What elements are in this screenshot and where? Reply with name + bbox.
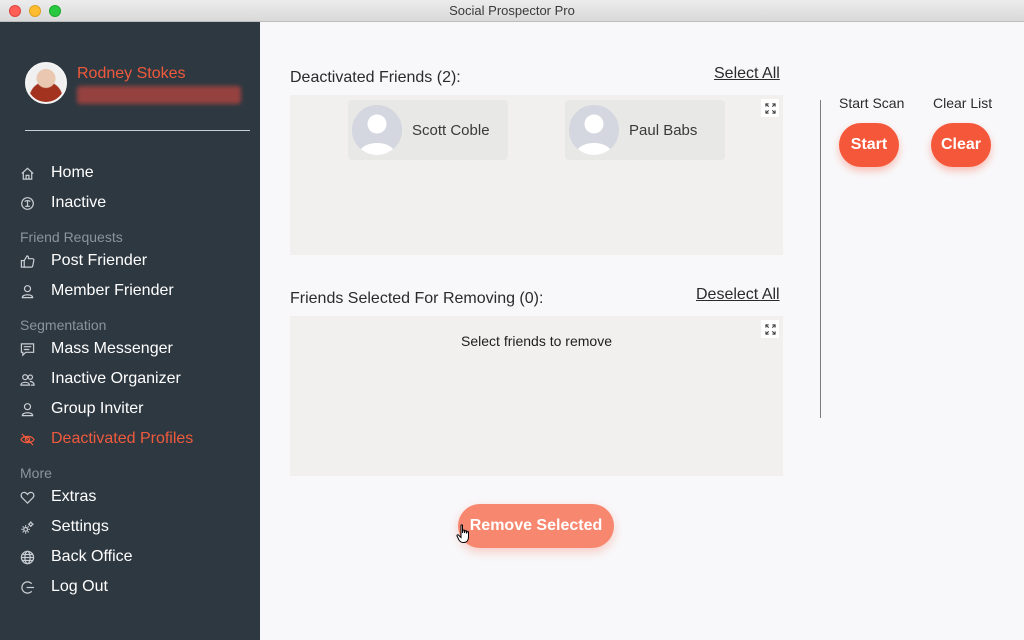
sidebar-item-label: Inactive (51, 194, 107, 211)
gear-icon (20, 520, 35, 535)
sidebar-item-extras[interactable]: Extras (20, 484, 96, 510)
clear-list-label: Clear List (933, 95, 993, 111)
user-icon (20, 402, 35, 417)
remove-selected-button[interactable]: Remove Selected (458, 504, 614, 548)
clear-button[interactable]: Clear (931, 123, 991, 167)
redacted-email (77, 86, 241, 104)
inactive-icon (20, 196, 35, 211)
deselect-all-link[interactable]: Deselect All (696, 286, 780, 304)
sidebar-item-inactive[interactable]: Inactive (20, 190, 106, 216)
section-more: More (20, 465, 52, 481)
friend-name: Paul Babs (629, 121, 698, 139)
eye-off-icon (20, 432, 35, 447)
message-icon (20, 342, 35, 357)
sidebar-item-inactive-organizer[interactable]: Inactive Organizer (20, 366, 181, 392)
sidebar-item-mass-messenger[interactable]: Mass Messenger (20, 336, 173, 362)
sidebar-item-label: Home (51, 164, 94, 181)
default-avatar-icon (352, 105, 402, 155)
section-friend-requests: Friend Requests (20, 229, 123, 245)
start-button[interactable]: Start (839, 123, 899, 167)
minimize-window-button[interactable] (29, 5, 41, 17)
select-all-link[interactable]: Select All (714, 65, 780, 83)
expand-icon[interactable] (761, 99, 779, 117)
sidebar-item-home[interactable]: Home (20, 160, 94, 186)
globe-icon (20, 550, 35, 565)
sidebar-item-post-friender[interactable]: Post Friender (20, 248, 147, 274)
sidebar-item-settings[interactable]: Settings (20, 514, 109, 540)
friend-card[interactable]: Paul Babs (565, 100, 725, 160)
sidebar-item-group-inviter[interactable]: Group Inviter (20, 396, 143, 422)
thumbs-up-icon (20, 254, 35, 269)
friend-name: Scott Coble (412, 121, 490, 139)
sidebar-item-label: Inactive Organizer (51, 370, 181, 387)
main-content: Deactivated Friends (2): Select All Scot… (260, 22, 1024, 640)
sidebar-item-label: Extras (51, 488, 97, 505)
home-icon (20, 166, 35, 181)
sidebar-item-label: Log Out (51, 578, 108, 595)
sidebar-item-member-friender[interactable]: Member Friender (20, 278, 174, 304)
sidebar-item-log-out[interactable]: Log Out (20, 574, 108, 600)
friend-card[interactable]: Scott Coble (348, 100, 508, 160)
sidebar-item-label: Settings (51, 518, 109, 535)
window-title: Social Prospector Pro (449, 3, 575, 18)
sidebar-item-back-office[interactable]: Back Office (20, 544, 133, 570)
users-icon (20, 372, 35, 387)
avatar[interactable] (25, 62, 67, 104)
user-icon (20, 284, 35, 299)
sidebar-item-label: Mass Messenger (51, 340, 173, 357)
window-titlebar: Social Prospector Pro (0, 0, 1024, 22)
sidebar-item-label: Group Inviter (51, 400, 144, 417)
sidebar-item-label: Member Friender (51, 282, 174, 299)
default-avatar-icon (569, 105, 619, 155)
heart-icon (20, 490, 35, 505)
selected-friends-title: Friends Selected For Removing (0): (290, 290, 544, 307)
sidebar: Rodney Stokes Home Inactive Friend Reque… (0, 22, 260, 640)
zoom-window-button[interactable] (49, 5, 61, 17)
deactivated-friends-panel: Scott Coble Paul Babs (290, 95, 783, 255)
vertical-divider (820, 100, 821, 418)
sidebar-item-label: Deactivated Profiles (51, 430, 194, 447)
selected-friends-panel: Select friends to remove (290, 316, 783, 476)
sidebar-item-label: Post Friender (51, 252, 148, 269)
deactivated-friends-title: Deactivated Friends (2): (290, 69, 461, 86)
sidebar-item-label: Back Office (51, 548, 133, 565)
logout-icon (20, 580, 35, 595)
window-controls (9, 5, 61, 17)
hand-cursor-icon (456, 524, 469, 543)
start-scan-label: Start Scan (839, 95, 905, 111)
sidebar-item-deactivated-profiles[interactable]: Deactivated Profiles (20, 426, 193, 452)
sidebar-divider (25, 130, 250, 131)
empty-selection-message: Select friends to remove (461, 333, 612, 349)
section-segmentation: Segmentation (20, 317, 107, 333)
profile-name: Rodney Stokes (77, 65, 186, 82)
user-profile: Rodney Stokes (25, 62, 241, 104)
close-window-button[interactable] (9, 5, 21, 17)
